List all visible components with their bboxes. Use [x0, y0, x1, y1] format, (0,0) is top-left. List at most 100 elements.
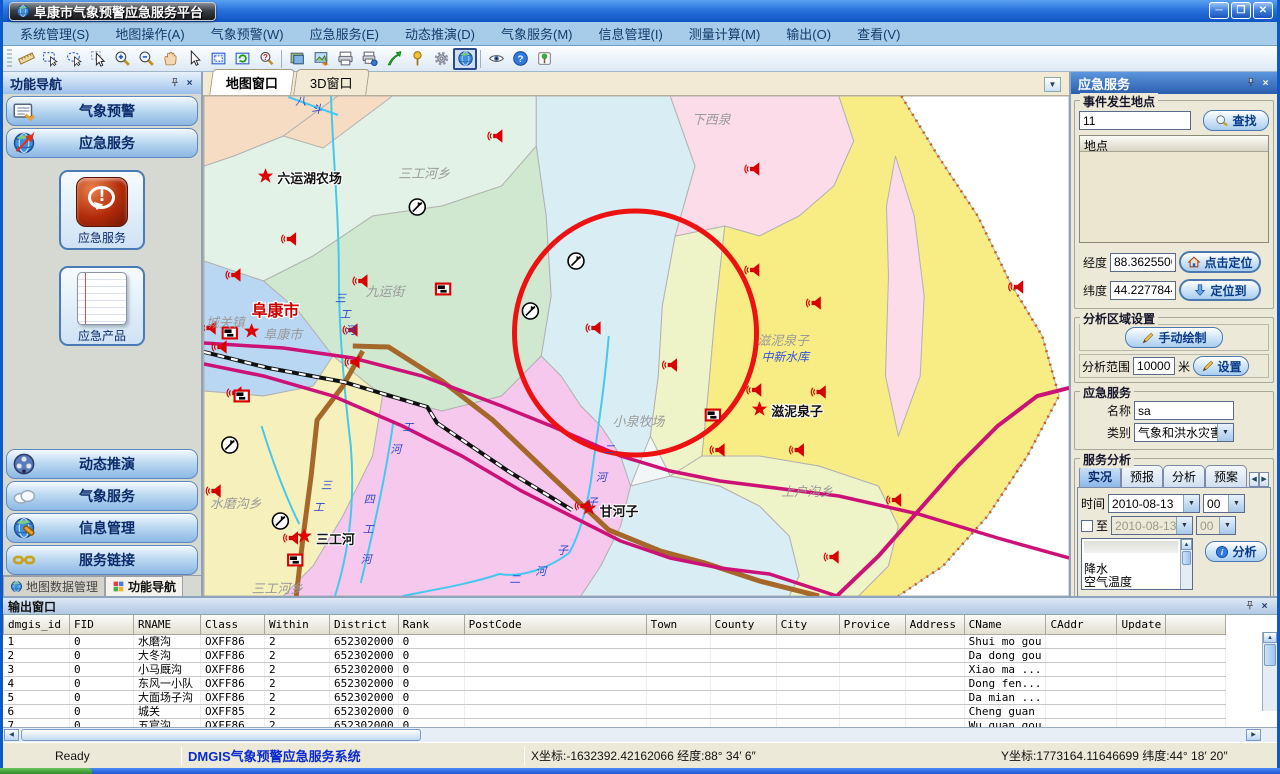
refresh-icon[interactable]: [230, 48, 254, 70]
print-icon[interactable]: [333, 48, 357, 70]
print-setup-icon[interactable]: [357, 48, 381, 70]
tab-scroll-right-icon[interactable]: ▶: [1259, 472, 1269, 487]
search-button[interactable]: 查找: [1203, 110, 1269, 131]
layers-icon[interactable]: [285, 48, 309, 70]
goto-button[interactable]: 定位到: [1179, 279, 1261, 301]
output-row-1[interactable]: 10水磨沟OXFF8626523020000Shui mo gou: [4, 634, 1226, 648]
output-col-CAddr[interactable]: CAddr: [1046, 615, 1117, 634]
to-checkbox[interactable]: [1081, 520, 1093, 532]
pointer-select-icon[interactable]: [86, 48, 110, 70]
output-col-FID[interactable]: FID: [70, 615, 134, 634]
pushpin-icon[interactable]: [405, 48, 429, 70]
menu-item-2[interactable]: 气象预警(W): [198, 21, 297, 46]
nav-group-0[interactable]: 气象预警: [6, 96, 198, 126]
tab-scroll-left-icon[interactable]: ◀: [1249, 472, 1259, 487]
output-horizontal-scrollbar[interactable]: ◀ ▶: [3, 727, 1277, 742]
zoom-out-icon[interactable]: [134, 48, 158, 70]
export-map-icon[interactable]: [309, 48, 333, 70]
element-list-scrollbar[interactable]: ▲: [1180, 539, 1192, 589]
output-row-6[interactable]: 60城关OXFF8526523020000Cheng guan: [4, 704, 1226, 718]
output-scroll-up-icon[interactable]: ▲: [1263, 632, 1277, 643]
menu-item-8[interactable]: 输出(O): [773, 21, 844, 46]
output-col-Town[interactable]: Town: [646, 615, 710, 634]
output-col-Address[interactable]: Address: [905, 615, 964, 634]
output-row-5[interactable]: 50大面场子沟OXFF8626523020000Da mian ...: [4, 690, 1226, 704]
output-col-dmgis_id[interactable]: dmgis_id: [4, 615, 70, 634]
gear-icon[interactable]: [429, 48, 453, 70]
output-col-Within[interactable]: Within: [265, 615, 330, 634]
restore-button[interactable]: ❐: [1231, 2, 1251, 19]
location-list[interactable]: 地点: [1079, 135, 1269, 243]
emergency-close-icon[interactable]: ×: [1258, 76, 1273, 90]
output-row-7[interactable]: 70五官沟OXFF8626523020000Wu guan gou: [4, 718, 1226, 727]
help-icon[interactable]: [508, 48, 532, 70]
output-col-County[interactable]: County: [710, 615, 776, 634]
service-type-select[interactable]: 气象和洪水灾害 ▼: [1134, 423, 1234, 442]
to-hour-select[interactable]: 00▼: [1196, 516, 1236, 535]
eye-icon[interactable]: [484, 48, 508, 70]
emergency-pin-icon[interactable]: [1243, 76, 1258, 90]
service-type-dropdown-icon[interactable]: ▼: [1217, 424, 1233, 441]
analysis-tab-0[interactable]: 实况: [1079, 465, 1121, 487]
output-col-CName[interactable]: CName: [964, 615, 1046, 634]
output-vertical-scrollbar[interactable]: ▲: [1262, 632, 1277, 711]
output-hscroll-thumb[interactable]: [21, 729, 421, 741]
close-button[interactable]: ✕: [1253, 2, 1273, 19]
scroll-up-icon[interactable]: ▲: [1181, 539, 1192, 550]
nav-tab-1[interactable]: 功能导航: [105, 576, 183, 596]
lasso-select-icon[interactable]: [62, 48, 86, 70]
output-col-Rank[interactable]: Rank: [398, 615, 464, 634]
legend-icon[interactable]: [532, 48, 556, 70]
nav-group-1[interactable]: 应急服务: [6, 128, 198, 158]
location-search-input[interactable]: [1079, 111, 1191, 130]
start-button[interactable]: [0, 768, 92, 774]
arrow-icon[interactable]: [182, 48, 206, 70]
nav-group-bottom-1[interactable]: 气象服务: [6, 481, 198, 511]
weather-element-item-1[interactable]: 空气温度: [1082, 576, 1180, 589]
globe-icon[interactable]: [453, 48, 477, 70]
pan-icon[interactable]: [158, 48, 182, 70]
full-extent-icon[interactable]: [206, 48, 230, 70]
range-set-button[interactable]: 设置: [1193, 356, 1249, 376]
zoom-in-icon[interactable]: [110, 48, 134, 70]
output-table[interactable]: dmgis_idFIDRNAMEClassWithinDistrictRankP…: [3, 615, 1226, 727]
output-col-Class[interactable]: Class: [201, 615, 265, 634]
weather-element-list[interactable]: 降水空气温度 ▲: [1081, 538, 1193, 590]
date-select[interactable]: 2010-08-13▼: [1108, 494, 1200, 513]
output-close-icon[interactable]: ×: [1257, 599, 1272, 613]
menu-item-7[interactable]: 测量计算(M): [676, 21, 774, 46]
analysis-tab-2[interactable]: 分析: [1163, 465, 1205, 487]
longitude-input[interactable]: [1110, 253, 1176, 272]
map-tab-dropdown-icon[interactable]: ▼: [1044, 77, 1061, 92]
output-col-RNAME[interactable]: RNAME: [134, 615, 201, 634]
output-col-Update[interactable]: Update: [1117, 615, 1166, 634]
hour-select[interactable]: 00▼: [1203, 494, 1245, 513]
nav-group-bottom-3[interactable]: 服务链接: [6, 545, 198, 575]
output-row-4[interactable]: 40东风一小队OXFF8626523020000Dong fen...: [4, 676, 1226, 690]
ruler-icon[interactable]: [14, 48, 38, 70]
nav-close-icon[interactable]: ×: [182, 76, 197, 90]
output-scroll-left-icon[interactable]: ◀: [4, 729, 19, 741]
shortcut-emergency-alert-button[interactable]: !应急服务: [59, 170, 145, 250]
nav-group-bottom-0[interactable]: 动态推演: [6, 449, 198, 479]
menu-item-4[interactable]: 动态推演(D): [392, 21, 488, 46]
output-col-City[interactable]: City: [776, 615, 839, 634]
output-scroll-right-icon[interactable]: ▶: [1246, 729, 1261, 741]
toolbar-grip[interactable]: [7, 49, 12, 69]
range-input[interactable]: [1133, 357, 1175, 375]
menu-item-9[interactable]: 查看(V): [844, 21, 913, 46]
locate-button[interactable]: 点击定位: [1179, 251, 1261, 273]
map-tab-0[interactable]: 地图窗口: [209, 69, 295, 95]
manual-draw-button[interactable]: 手动绘制: [1125, 327, 1223, 348]
output-col-District[interactable]: District: [330, 615, 399, 634]
minimize-button[interactable]: ─: [1209, 2, 1229, 19]
map-tab-1[interactable]: 3D窗口: [293, 69, 369, 95]
analysis-tab-3[interactable]: 预案: [1205, 465, 1247, 487]
output-row-3[interactable]: 30小马厩沟OXFF8626523020000Xiao ma ...: [4, 662, 1226, 676]
latitude-input[interactable]: [1110, 281, 1176, 300]
output-row-2[interactable]: 20大冬沟OXFF8626523020000Da dong gou: [4, 648, 1226, 662]
service-name-input[interactable]: [1134, 401, 1234, 420]
output-col-PostCode[interactable]: PostCode: [464, 615, 646, 634]
analyze-button[interactable]: 分析: [1205, 541, 1267, 562]
marquee-select-icon[interactable]: [38, 48, 62, 70]
